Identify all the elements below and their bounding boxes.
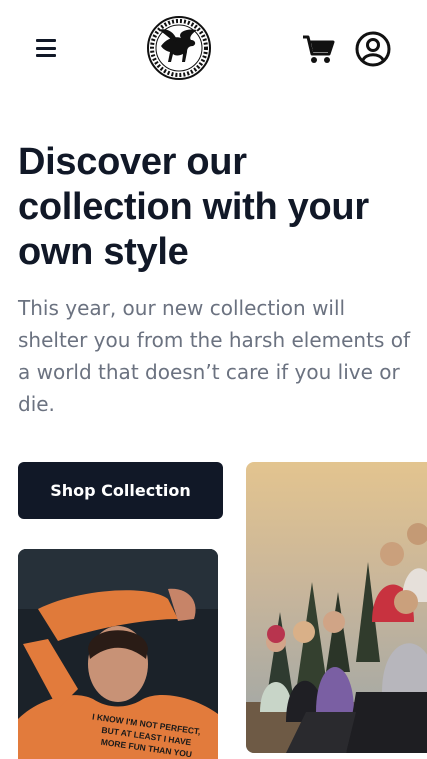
user-circle-icon[interactable] [355,31,391,67]
shopping-cart-icon[interactable] [302,34,336,66]
hero-title: Discover our collection with your own st… [18,141,369,273]
hoodie-model-image: I KNOW I'M NOT PERFECT, BUT AT LEAST I H… [18,549,218,759]
hamburger-menu-icon[interactable] [34,36,58,60]
page: Discover our collection with your own st… [0,0,427,759]
top-header [0,0,427,100]
group-outdoors-image [246,462,427,753]
pegasus-logo[interactable] [147,16,211,80]
shop-collection-button[interactable]: Shop Collection [18,462,223,519]
hero-description: This year, our new collection will shelt… [18,296,411,416]
